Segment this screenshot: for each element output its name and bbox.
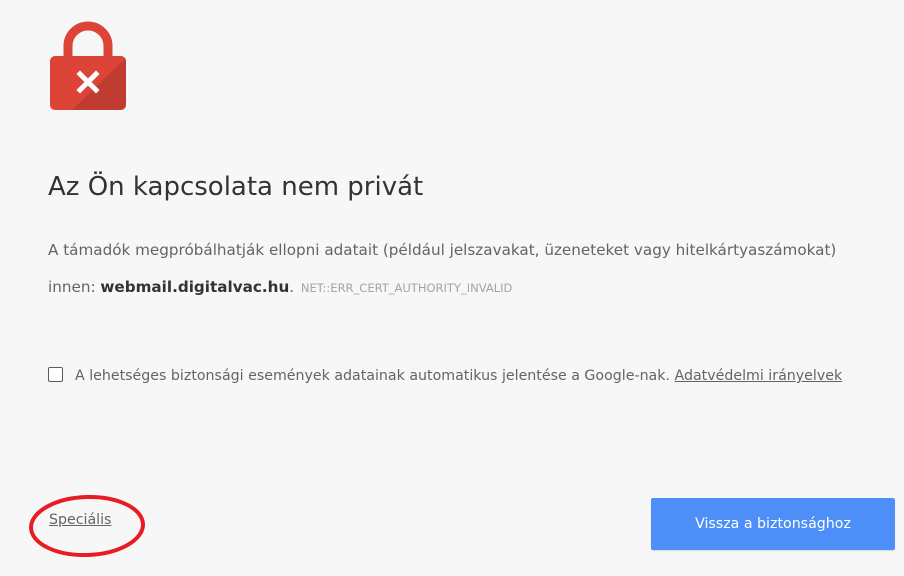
lock-error-icon xyxy=(50,21,126,110)
error-code: NET::ERR_CERT_AUTHORITY_INVALID xyxy=(300,281,513,295)
report-label: A lehetséges biztonsági események adatai… xyxy=(75,368,670,384)
report-checkbox[interactable] xyxy=(48,367,63,382)
host-name: webmail.digitalvac.hu xyxy=(100,278,290,296)
error-message: A támadók megpróbálhatják ellopni adatai… xyxy=(48,232,878,307)
back-to-safety-button[interactable]: Vissza a biztonsághoz xyxy=(651,498,895,550)
privacy-policy-link[interactable]: Adatvédelmi irányelvek xyxy=(675,368,843,384)
message-period: . xyxy=(289,278,295,296)
advanced-link[interactable]: Speciális xyxy=(49,512,111,528)
report-option: A lehetséges biztonsági események adatai… xyxy=(48,358,878,395)
page-title: Az Ön kapcsolata nem privát xyxy=(48,172,424,202)
